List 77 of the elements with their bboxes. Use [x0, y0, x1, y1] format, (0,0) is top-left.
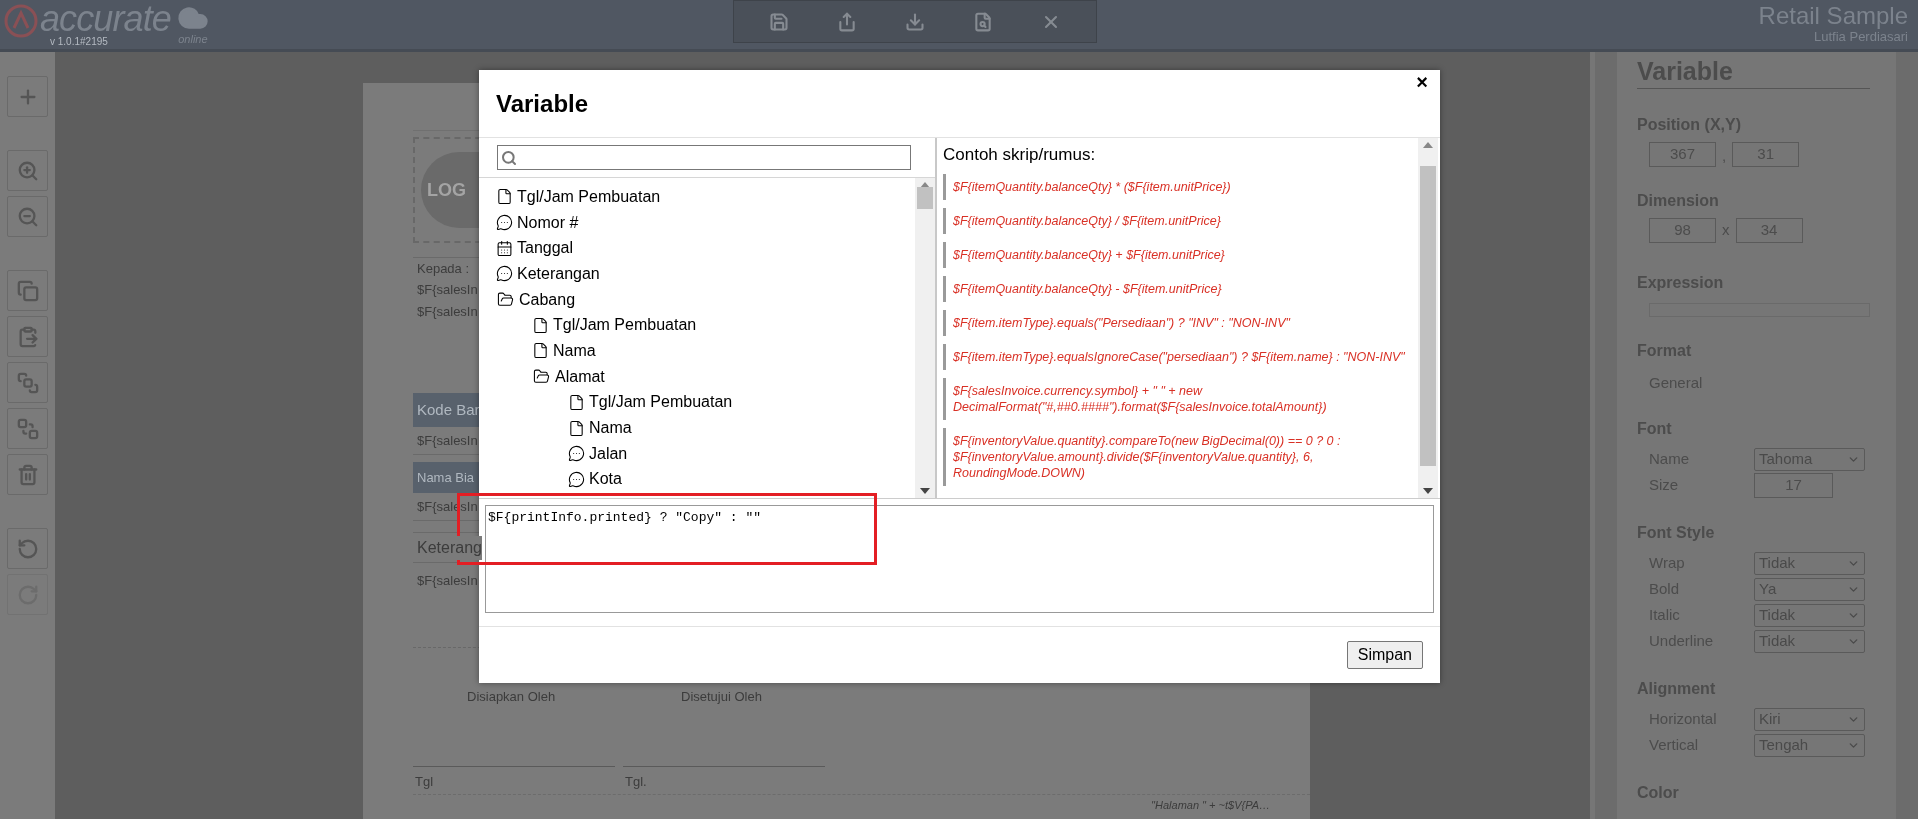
tree-item[interactable]: Cabang — [519, 287, 576, 312]
search-field[interactable] — [497, 145, 911, 170]
signature-label: Disetujui Oleh — [681, 687, 762, 706]
tree-item[interactable]: Nama — [553, 338, 596, 363]
example-script[interactable]: $F{inventoryValue.quantity}.compareTo(new BigDecimal(0)) == 0 ? 0 : $F{inventoryValue.amount}.divide($F{inventoryValue.quantity}, 6, RoundingMode.DOWN) — [943, 427, 1414, 486]
expression-editor[interactable]: $F{printInfo.printed} ? "Copy" : "" — [485, 505, 1434, 613]
example-script[interactable]: $F{itemQuantity.balanceQty} / $F{item.unitPrice} — [943, 207, 1414, 234]
copy-icon — [16, 279, 39, 302]
tool-button[interactable] — [7, 196, 48, 237]
tool-button[interactable] — [7, 316, 48, 357]
file-icon — [496, 188, 513, 206]
tool-button[interactable] — [7, 362, 48, 403]
version-text: v 1.0.1#2195 — [49, 36, 109, 47]
scroll-thumb[interactable] — [917, 187, 933, 209]
speech-bubble-icon — [496, 214, 513, 232]
close-button[interactable]: × — [1416, 72, 1428, 92]
example-script[interactable]: $F{itemQuantity.balanceQty} * ($F{item.unitPrice}) — [943, 173, 1414, 200]
tool-button[interactable] — [7, 270, 48, 311]
example-script[interactable]: $F{item.itemType}.equalsIgnoreCase("persediaan") ? $F{item.name} : "NON-INV" — [943, 343, 1414, 370]
tree-item[interactable]: Kota — [589, 467, 622, 492]
signature-label: Disiapkan Oleh — [467, 687, 557, 706]
scroll-thumb[interactable] — [1420, 166, 1436, 466]
example-script[interactable]: $F{item.itemType}.equals("Persediaan") ? "INV" : "NON-INV" — [943, 309, 1414, 336]
scroll-down-icon — [920, 488, 930, 494]
report-field[interactable]: $F{salesIn — [417, 430, 478, 451]
undo-icon — [16, 537, 39, 560]
tree-item[interactable]: Tgl/Jam Pembuatan — [553, 313, 697, 338]
bring-to-front-icon — [16, 371, 39, 394]
send-to-back-icon — [16, 417, 39, 440]
example-script[interactable]: $F{itemQuantity.balanceQty} + $F{item.unitPrice} — [943, 241, 1414, 268]
tree-item[interactable]: Alamat — [555, 364, 605, 389]
tree-item[interactable]: Tanggal — [517, 236, 574, 261]
logo-icon — [4, 4, 38, 38]
file-icon — [532, 342, 549, 360]
tool-button[interactable] — [7, 76, 48, 117]
speech-bubble-icon — [496, 265, 513, 283]
tree-item[interactable]: Tgl/Jam Pembuatan — [589, 390, 733, 415]
examples-title: Contoh skrip/rumus: — [943, 144, 1097, 166]
report-field[interactable]: Kepada : — [417, 258, 470, 279]
open-folder-icon[interactable] — [532, 368, 551, 386]
report-field[interactable]: $F{salesIn — [417, 302, 478, 322]
scrollbar[interactable] — [915, 178, 935, 498]
file-icon — [568, 419, 585, 437]
speech-bubble-icon — [568, 470, 585, 488]
scroll-down-icon — [1423, 488, 1433, 494]
separator-text: , — [1722, 145, 1727, 166]
scrollbar[interactable] — [1418, 138, 1438, 498]
tree-item[interactable]: Jalan — [589, 441, 628, 466]
tool-button[interactable] — [7, 454, 48, 495]
dialog-title: Variable — [496, 88, 589, 119]
page-number-expression: "Halaman " + ~t$V{PA… — [1151, 797, 1270, 813]
file-icon — [532, 316, 549, 334]
tool-button[interactable] — [7, 150, 48, 191]
open-folder-icon[interactable] — [496, 291, 515, 309]
scrollbar[interactable] — [1896, 52, 1918, 819]
report-field[interactable]: $F{salesIn — [417, 280, 478, 300]
report-field[interactable]: Keterang — [417, 535, 482, 560]
date-label: Tgl — [413, 766, 615, 792]
example-script[interactable]: $F{itemQuantity.balanceQty} - $F{item.unitPrice} — [943, 275, 1414, 302]
report-field[interactable]: $F{salesIn — [417, 571, 478, 591]
save-button[interactable]: Simpan — [1346, 641, 1423, 669]
search-icon — [501, 149, 517, 166]
tree-item[interactable]: Tgl/Jam Pembuatan — [517, 184, 661, 209]
zoom-out-icon — [16, 205, 39, 228]
speech-bubble-icon — [568, 445, 585, 463]
example-script[interactable]: $F{salesInvoice.currency.symbol} + " " + new DecimalFormat("#,##0.####").format($F{salesInvoice.totalAmount}) — [943, 377, 1414, 420]
trash-icon — [16, 463, 39, 486]
tree-item[interactable]: Nomor # — [517, 210, 579, 235]
tree-item[interactable]: Keterangan — [517, 261, 600, 286]
tool-button[interactable] — [7, 408, 48, 449]
tool-button[interactable] — [7, 528, 48, 569]
scroll-up-icon — [1423, 142, 1433, 148]
calendar-icon — [496, 239, 513, 257]
file-icon — [568, 393, 585, 411]
scrollbar[interactable] — [1595, 52, 1617, 819]
zoom-in-icon — [16, 159, 39, 182]
date-label: Tgl. — [623, 766, 825, 792]
